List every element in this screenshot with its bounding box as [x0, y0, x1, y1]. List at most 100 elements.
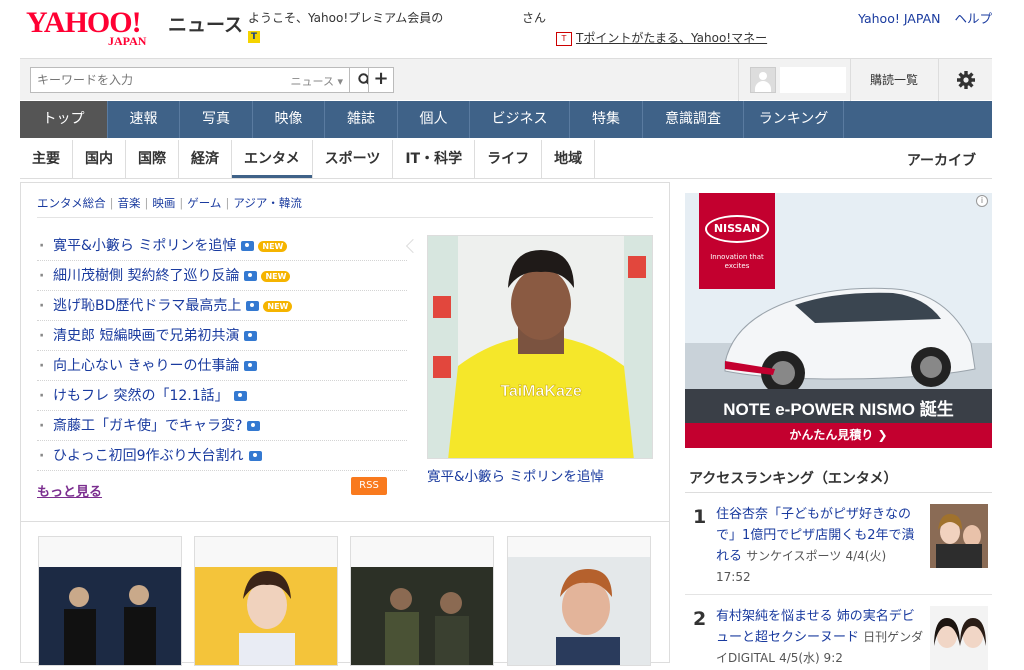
nav-tab-business[interactable]: ビジネス [470, 101, 570, 138]
new-badge: NEW [258, 240, 288, 252]
logo-sub: JAPAN [108, 34, 147, 48]
camera-icon [246, 301, 260, 311]
news-item[interactable]: 斎藤工「ガキ使」でキャラ変? [37, 411, 407, 441]
news-title: 寛平&小籔ら ミポリンを追悼 [53, 238, 237, 254]
news-title: 斎藤工「ガキ使」でキャラ変? [53, 418, 243, 434]
divider [685, 594, 992, 595]
news-list: 寛平&小籔ら ミポリンを追悼 NEW 細川茂樹側 契約終了巡り反論 NEW 逃げ恥B… [37, 231, 407, 471]
svg-text:TaiMaKaze: TaiMaKaze [500, 383, 582, 400]
subnav-entertainment[interactable]: エンタメ [232, 140, 313, 178]
camera-icon [247, 421, 261, 431]
thumbnail-image [39, 537, 181, 665]
news-item[interactable]: 清史郎 短編映画で兄弟初共演 [37, 321, 407, 351]
user-name-box[interactable] [780, 67, 846, 93]
nav-tab-individual[interactable]: 個人 [398, 101, 470, 138]
nav-tab-features[interactable]: 特集 [570, 101, 643, 138]
category-link[interactable]: 音楽 [118, 196, 141, 210]
thumbnail[interactable] [194, 536, 338, 666]
ranking-thumbnail-image [930, 606, 988, 670]
yahoo-japan-link[interactable]: Yahoo! JAPAN [858, 11, 940, 26]
subnav-local[interactable]: 地域 [542, 140, 596, 178]
subnav-life[interactable]: ライフ [475, 140, 543, 178]
ad-info-icon[interactable]: i [976, 195, 988, 207]
search-scope-select[interactable]: ニュース ▾ [291, 73, 343, 89]
news-item[interactable]: 寛平&小籔ら ミポリンを追悼 NEW [37, 231, 407, 261]
search-input[interactable] [31, 68, 251, 92]
nav-tab-videos[interactable]: 映像 [253, 101, 325, 138]
advertisement[interactable]: NISSAN Innovation that excites i NOTE e-… [685, 193, 992, 448]
news-item[interactable]: ひよっこ初回9作ぶり大台割れ [37, 441, 407, 471]
thumbnail[interactable] [38, 536, 182, 666]
rank-number: 1 [693, 506, 707, 528]
service-name[interactable]: ニュース [168, 10, 243, 37]
ad-cta-button[interactable]: かんたん見積り ❯ [685, 423, 992, 448]
tpoint-icon: T [248, 31, 260, 43]
gear-icon [957, 71, 975, 89]
help-link[interactable]: ヘルプ [954, 11, 992, 26]
topics-panel: エンタメ総合|音楽|映画|ゲーム|アジア・韓流 寛平&小籔ら ミポリンを追悼 NE… [20, 182, 670, 522]
news-item[interactable]: けもフレ 突然の「12.1話」 [37, 381, 407, 411]
ad-headline: NOTE e-POWER NISMO 誕生 [723, 400, 954, 419]
nav-tab-breaking[interactable]: 速報 [108, 101, 180, 138]
ranking-thumbnail [930, 504, 988, 568]
category-link[interactable]: アジア・韓流 [233, 196, 302, 210]
thumbnail[interactable] [507, 536, 651, 666]
feature-photo[interactable]: TaiMaKaze [427, 235, 653, 459]
yahoo-logo[interactable]: YAHOO! JAPAN [26, 8, 146, 49]
nav-tab-photos[interactable]: 写真 [180, 101, 253, 138]
tpoint-promo-link[interactable]: T Tポイントがたまる、Yahoo!マネー [556, 29, 767, 46]
news-title: けもフレ 突然の「12.1話」 [53, 388, 229, 404]
archive-link[interactable]: アーカイブ [907, 150, 976, 170]
thumbnail-row [20, 522, 670, 666]
divider [20, 178, 992, 179]
nav-tab-ranking[interactable]: ランキング [744, 101, 844, 138]
feature-caption[interactable]: 寛平&小籔ら ミポリンを追悼 [427, 465, 604, 485]
nav-tab-survey[interactable]: 意識調査 [643, 101, 744, 138]
news-title: 清史郎 短編映画で兄弟初共演 [53, 328, 240, 344]
subnav-economy[interactable]: 経済 [179, 140, 232, 178]
divider [685, 492, 992, 493]
ranking-thumbnail [930, 606, 988, 670]
nav-tab-top[interactable]: トップ [20, 101, 108, 138]
ranking-text: 住谷杏奈「子どもがピザ好きなので」1億円でピザ店開くも2年で潰れる サンケイスポ… [716, 504, 924, 588]
avatar[interactable] [750, 67, 776, 93]
rss-button[interactable]: RSS [351, 477, 387, 495]
subnav-international[interactable]: 国際 [126, 140, 179, 178]
news-title: 向上心ない きゃりーの仕事論 [53, 358, 240, 374]
category-link[interactable]: 映画 [152, 196, 175, 210]
subnav-sports[interactable]: スポーツ [313, 140, 394, 178]
camera-icon [244, 361, 258, 371]
divider [37, 217, 653, 218]
nissan-logo: NISSAN [705, 215, 769, 243]
search-bar: ニュース ▾ + 購読一覧 [20, 58, 992, 101]
thumbnail[interactable] [350, 536, 494, 666]
settings-button[interactable] [956, 65, 976, 95]
camera-icon [233, 391, 247, 401]
news-item[interactable]: 逃げ恥BD歴代ドラマ最高売上 NEW [37, 291, 407, 321]
add-button[interactable]: + [368, 67, 394, 93]
divider [850, 59, 851, 101]
category-link[interactable]: エンタメ総合 [37, 196, 106, 210]
subnav-main[interactable]: 主要 [20, 140, 73, 178]
more-link[interactable]: もっと見る [37, 481, 102, 500]
subnav-domestic[interactable]: 国内 [73, 140, 126, 178]
subscription-list-link[interactable]: 購読一覧 [870, 71, 918, 88]
news-item[interactable]: 向上心ない きゃりーの仕事論 [37, 351, 407, 381]
divider [938, 59, 939, 101]
ranking-thumbnail-image [930, 504, 988, 568]
category-link[interactable]: ゲーム [187, 196, 221, 210]
news-item[interactable]: 細川茂樹側 契約終了巡り反論 NEW [37, 261, 407, 291]
nav-tab-magazines[interactable]: 雑誌 [325, 101, 398, 138]
tpoint-card-icon: T [556, 31, 572, 46]
ad-logo-box: NISSAN Innovation that excites [699, 193, 775, 289]
news-title: 逃げ恥BD歴代ドラマ最高売上 [53, 298, 242, 314]
camera-icon [248, 451, 262, 461]
promo-label: Tポイントがたまる、Yahoo!マネー [576, 31, 768, 45]
ad-tagline: Innovation that excites [710, 253, 764, 270]
camera-icon [241, 241, 255, 251]
subnav-it-science[interactable]: IT・科学 [393, 140, 476, 178]
camera-icon [244, 271, 258, 281]
divider [738, 59, 739, 101]
news-title: ひよっこ初回9作ぶり大台割れ [53, 448, 244, 464]
feature-photo-image: TaiMaKaze [428, 236, 652, 458]
